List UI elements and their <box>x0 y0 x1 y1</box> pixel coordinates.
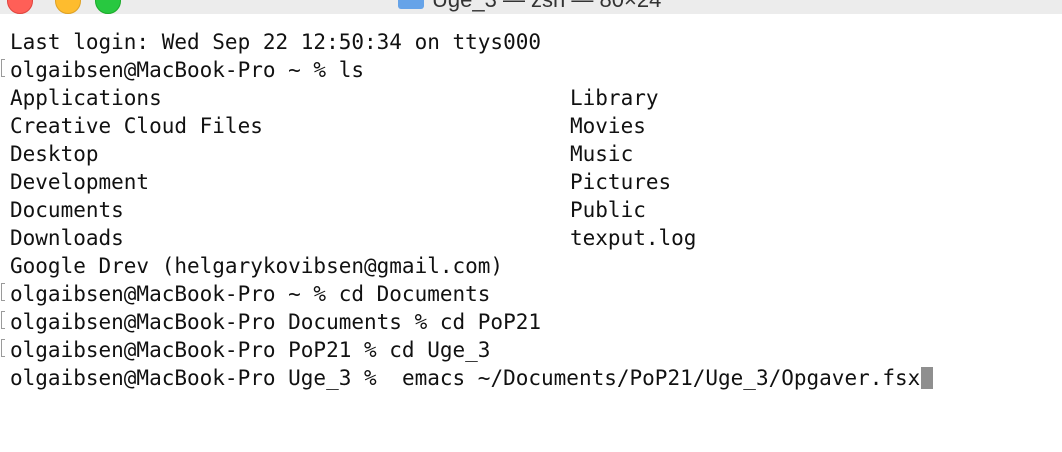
ls-entry: Documents <box>10 198 124 222</box>
ls-entry: Desktop <box>10 142 99 166</box>
text-cursor <box>921 367 934 389</box>
ls-output-row: Google Drev (helgarykovibsen@gmail.com) <box>0 252 1062 280</box>
last-login-line: Last login: Wed Sep 22 12:50:34 on ttys0… <box>0 28 1062 56</box>
command-line: olgaibsen@MacBook-Pro Documents % cd PoP… <box>0 308 1062 336</box>
prompt-mark-icon <box>1 59 5 77</box>
ls-output-row: Applications Library <box>0 84 1062 112</box>
last-login-text: Last login: Wed Sep 22 12:50:34 on ttys0… <box>10 30 542 54</box>
ls-entry: Downloads <box>10 226 124 250</box>
ls-output-row: Desktop Music <box>0 140 1062 168</box>
ls-output-row: Documents Public <box>0 196 1062 224</box>
current-command-input[interactable]: emacs ~/Documents/PoP21/Uge_3/Opgaver.fs… <box>389 366 920 390</box>
ls-output-row: Creative Cloud Files Movies <box>0 112 1062 140</box>
prompt-mark-icon <box>1 311 5 329</box>
command-line: olgaibsen@MacBook-Pro ~ % cd Documents <box>0 280 1062 308</box>
current-prompt: olgaibsen@MacBook-Pro Uge_3 % <box>10 366 390 390</box>
prompt-mark-icon <box>1 339 5 357</box>
ls-entry: Google Drev (helgarykovibsen@gmail.com) <box>10 254 504 278</box>
ls-entry: Public <box>570 198 646 222</box>
ls-entry: Creative Cloud Files <box>10 114 263 138</box>
terminal-output[interactable]: Last login: Wed Sep 22 12:50:34 on ttys0… <box>0 28 1062 392</box>
ls-entry: Movies <box>570 114 646 138</box>
command-text: olgaibsen@MacBook-Pro ~ % ls <box>10 58 365 82</box>
minimize-window-icon[interactable] <box>55 0 81 14</box>
folder-icon <box>398 0 424 9</box>
command-text: olgaibsen@MacBook-Pro PoP21 % cd Uge_3 <box>10 338 491 362</box>
command-line: olgaibsen@MacBook-Pro ~ % ls <box>0 56 1062 84</box>
ls-output-row: Development Pictures <box>0 168 1062 196</box>
current-command-line[interactable]: olgaibsen@MacBook-Pro Uge_3 % emacs ~/Do… <box>0 364 1062 392</box>
zoom-window-icon[interactable] <box>95 0 121 14</box>
ls-entry: Applications <box>10 86 162 110</box>
ls-entry: Pictures <box>570 170 672 194</box>
terminal-window: Uge_3 — zsh — 80×24 Last login: Wed Sep … <box>0 0 1062 452</box>
command-text: olgaibsen@MacBook-Pro ~ % cd Documents <box>10 282 491 306</box>
command-line: olgaibsen@MacBook-Pro PoP21 % cd Uge_3 <box>0 336 1062 364</box>
window-title-group: Uge_3 — zsh — 80×24 <box>398 0 661 12</box>
command-text: olgaibsen@MacBook-Pro Documents % cd PoP… <box>10 310 542 334</box>
ls-output-row: Downloads texput.log <box>0 224 1062 252</box>
ls-entry: Development <box>10 170 150 194</box>
ls-entry: texput.log <box>570 226 697 250</box>
ls-entry: Music <box>570 142 634 166</box>
prompt-mark-icon <box>1 283 5 301</box>
ls-entry: Library <box>570 86 659 110</box>
window-title: Uge_3 — zsh — 80×24 <box>432 0 661 13</box>
close-window-icon[interactable] <box>7 0 33 14</box>
title-bar: Uge_3 — zsh — 80×24 <box>0 0 1062 14</box>
